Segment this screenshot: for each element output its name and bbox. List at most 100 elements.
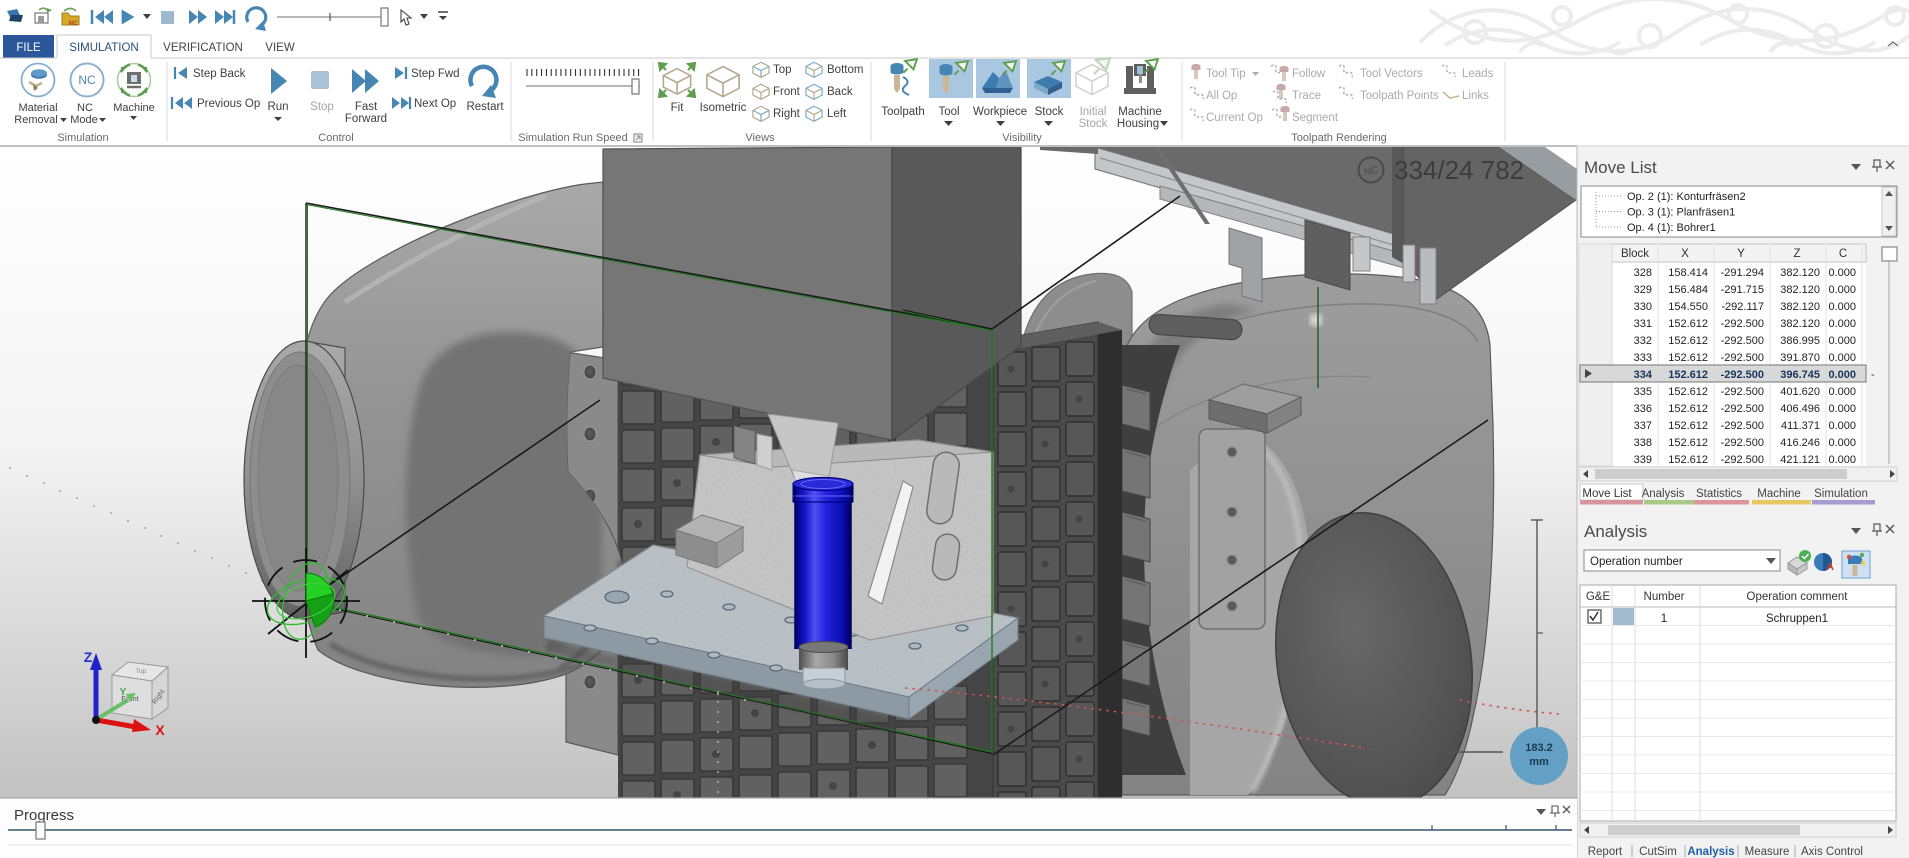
svg-text:Material: Material bbox=[18, 102, 57, 114]
svg-text:338: 338 bbox=[1634, 437, 1652, 449]
svg-text:-292.500: -292.500 bbox=[1721, 454, 1764, 466]
svg-text:396.745: 396.745 bbox=[1780, 369, 1820, 381]
svg-text:X: X bbox=[1681, 248, 1689, 260]
svg-text:1: 1 bbox=[1661, 613, 1667, 625]
svg-text:Next Op: Next Op bbox=[414, 98, 456, 110]
svg-text:C: C bbox=[1839, 248, 1847, 260]
svg-text:-292.500: -292.500 bbox=[1721, 420, 1764, 432]
svg-text:-292.500: -292.500 bbox=[1721, 386, 1764, 398]
svg-text:All Op: All Op bbox=[1206, 90, 1237, 102]
svg-text:337: 337 bbox=[1634, 420, 1652, 432]
svg-text:Schruppen1: Schruppen1 bbox=[1766, 613, 1828, 625]
svg-text:Previous Op: Previous Op bbox=[197, 98, 260, 110]
svg-text:Op. 4 (1): Bohrer1: Op. 4 (1): Bohrer1 bbox=[1627, 222, 1716, 234]
svg-text:Isometric: Isometric bbox=[700, 102, 747, 114]
svg-text:0.000: 0.000 bbox=[1828, 318, 1856, 330]
svg-text:330: 330 bbox=[1634, 301, 1652, 313]
svg-text:Report: Report bbox=[1588, 846, 1623, 858]
svg-text:411.371: 411.371 bbox=[1781, 420, 1820, 432]
svg-text:183.2: 183.2 bbox=[1525, 742, 1553, 754]
svg-text:Machine: Machine bbox=[113, 102, 155, 114]
svg-text:Top: Top bbox=[136, 668, 147, 675]
svg-text:Workpiece: Workpiece bbox=[973, 106, 1027, 118]
svg-text:Analysis: Analysis bbox=[1642, 488, 1685, 500]
svg-text:382.120: 382.120 bbox=[1780, 301, 1820, 313]
svg-text:Restart: Restart bbox=[466, 101, 504, 113]
svg-text:FILE: FILE bbox=[16, 42, 41, 54]
svg-text:-: - bbox=[1871, 369, 1875, 381]
svg-text:Views: Views bbox=[745, 132, 775, 144]
svg-text:Z: Z bbox=[84, 649, 93, 665]
svg-text:A: A bbox=[1826, 561, 1834, 573]
svg-text:Toolpath: Toolpath bbox=[881, 106, 924, 118]
svg-text:152.612: 152.612 bbox=[1668, 403, 1708, 415]
svg-text:0.000: 0.000 bbox=[1828, 437, 1856, 449]
svg-text:0.000: 0.000 bbox=[1828, 284, 1856, 296]
svg-text:Operation comment: Operation comment bbox=[1747, 591, 1849, 603]
svg-text:Operation number: Operation number bbox=[1590, 556, 1683, 568]
svg-text:Stock: Stock bbox=[1079, 118, 1108, 130]
svg-text:Segment: Segment bbox=[1292, 112, 1339, 124]
svg-text:152.612: 152.612 bbox=[1668, 318, 1708, 330]
svg-text:Front: Front bbox=[773, 86, 801, 98]
svg-text:416.246: 416.246 bbox=[1780, 437, 1820, 449]
svg-text:Y: Y bbox=[1737, 248, 1745, 260]
svg-text:Tool: Tool bbox=[938, 106, 959, 118]
svg-text:391.870: 391.870 bbox=[1780, 352, 1820, 364]
svg-text:-292.500: -292.500 bbox=[1721, 335, 1764, 347]
svg-text:mm: mm bbox=[1529, 756, 1549, 768]
svg-text:386.995: 386.995 bbox=[1780, 335, 1820, 347]
svg-text:-292.500: -292.500 bbox=[1721, 318, 1764, 330]
svg-text:-292.500: -292.500 bbox=[1721, 403, 1764, 415]
svg-text:334: 334 bbox=[1634, 369, 1653, 381]
svg-text:G&E: G&E bbox=[1586, 591, 1611, 603]
svg-text:Current Op: Current Op bbox=[1206, 112, 1263, 124]
svg-text:154.550: 154.550 bbox=[1668, 301, 1708, 313]
svg-text:VERIFICATION: VERIFICATION bbox=[163, 42, 243, 54]
svg-text:Housing: Housing bbox=[1117, 118, 1159, 130]
svg-text:Toolpath Points: Toolpath Points bbox=[1360, 90, 1439, 102]
svg-text:Top: Top bbox=[773, 64, 792, 76]
svg-text:-291.294: -291.294 bbox=[1721, 267, 1764, 279]
svg-text:Fit: Fit bbox=[671, 102, 685, 114]
svg-text:Op. 2 (1): Konturfräsen2: Op. 2 (1): Konturfräsen2 bbox=[1627, 191, 1746, 203]
svg-text:331: 331 bbox=[1634, 318, 1652, 330]
svg-text:0.000: 0.000 bbox=[1828, 454, 1856, 466]
svg-text:401.620: 401.620 bbox=[1780, 386, 1820, 398]
svg-text:152.612: 152.612 bbox=[1668, 437, 1708, 449]
svg-text:Machine: Machine bbox=[1757, 488, 1800, 500]
svg-text:336: 336 bbox=[1634, 403, 1652, 415]
svg-text:152.612: 152.612 bbox=[1668, 454, 1708, 466]
svg-text:Block: Block bbox=[1621, 248, 1649, 260]
svg-text:Back: Back bbox=[827, 86, 853, 98]
svg-text:Simulation Run Speed: Simulation Run Speed bbox=[518, 132, 627, 144]
svg-text:NC: NC bbox=[69, 21, 78, 27]
svg-text:0.000: 0.000 bbox=[1828, 335, 1856, 347]
svg-text:Bottom: Bottom bbox=[827, 64, 863, 76]
svg-text:Analysis: Analysis bbox=[1687, 846, 1734, 858]
svg-text:Move List: Move List bbox=[1582, 488, 1632, 500]
svg-text:X: X bbox=[155, 722, 165, 738]
svg-text:Statistics: Statistics bbox=[1696, 488, 1742, 500]
svg-text:Initial: Initial bbox=[1080, 106, 1107, 118]
svg-text:Stop: Stop bbox=[310, 101, 334, 113]
svg-text:Measure: Measure bbox=[1745, 846, 1790, 858]
svg-text:158.414: 158.414 bbox=[1668, 267, 1708, 279]
svg-text:Run: Run bbox=[267, 101, 288, 113]
svg-text:Toolpath Rendering: Toolpath Rendering bbox=[1291, 132, 1386, 144]
svg-text:Z: Z bbox=[1793, 248, 1800, 260]
svg-text:Trace: Trace bbox=[1292, 90, 1321, 102]
svg-text:335: 335 bbox=[1634, 386, 1652, 398]
svg-text:Stock: Stock bbox=[1035, 106, 1064, 118]
svg-text:Move List: Move List bbox=[1584, 158, 1657, 177]
svg-text:Left: Left bbox=[827, 108, 847, 120]
svg-text:-292.500: -292.500 bbox=[1721, 369, 1764, 381]
svg-text:152.612: 152.612 bbox=[1668, 386, 1708, 398]
svg-text:Right: Right bbox=[773, 108, 801, 120]
svg-text:VIEW: VIEW bbox=[265, 42, 295, 54]
svg-text:Tool Tip: Tool Tip bbox=[1206, 68, 1246, 80]
svg-text:152.612: 152.612 bbox=[1668, 335, 1708, 347]
svg-text:0.000: 0.000 bbox=[1828, 267, 1856, 279]
svg-text:Axis Control: Axis Control bbox=[1801, 846, 1863, 858]
svg-text:Visibility: Visibility bbox=[1002, 132, 1042, 144]
